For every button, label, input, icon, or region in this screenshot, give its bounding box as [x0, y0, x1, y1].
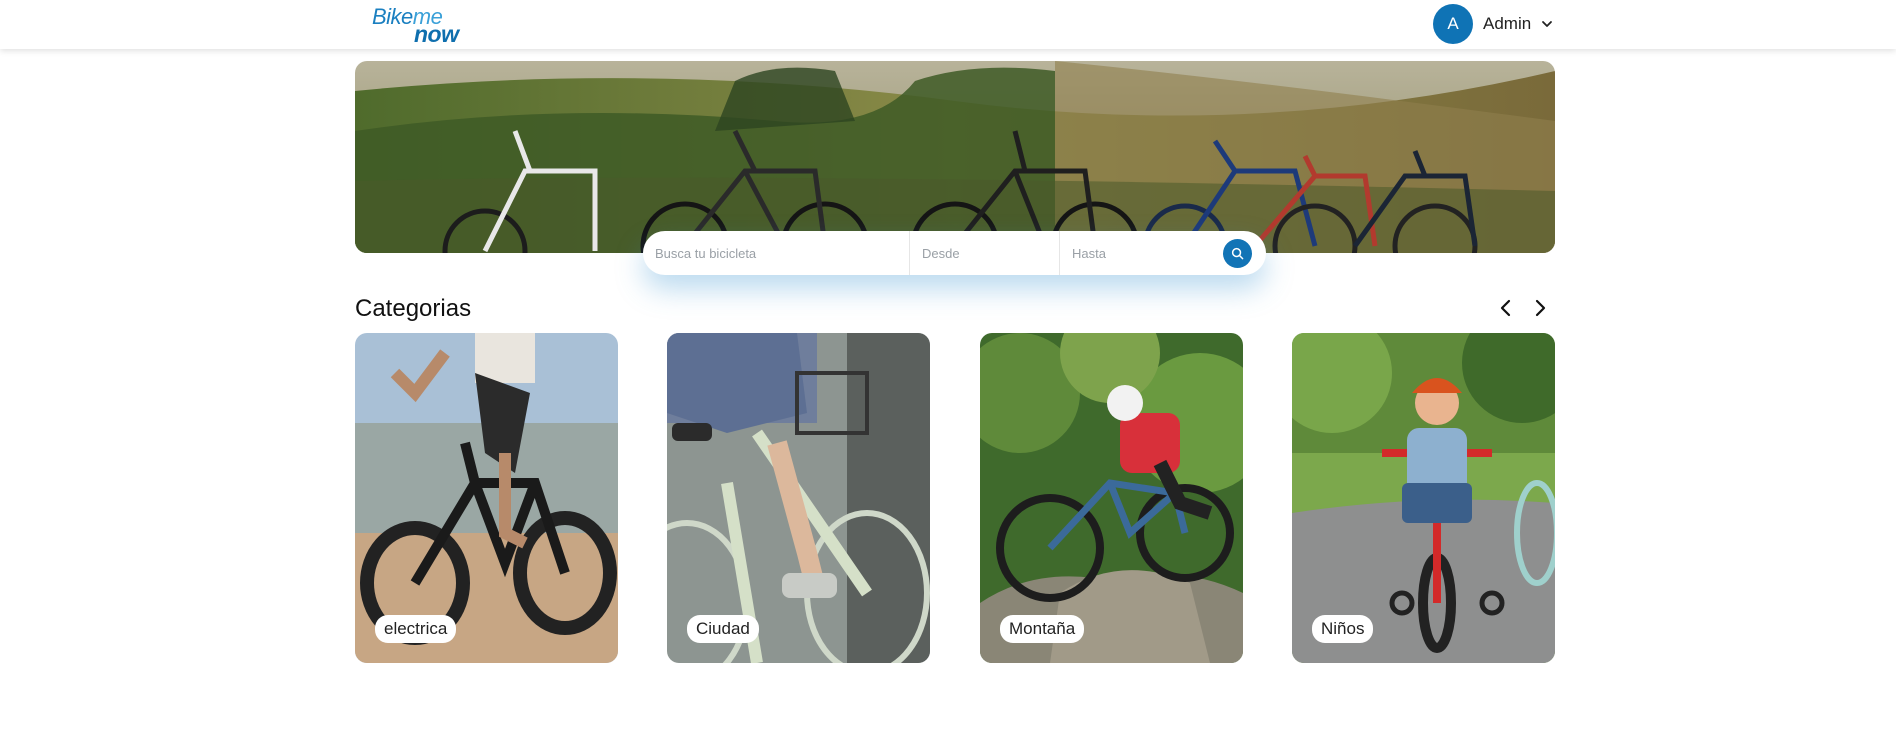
chevron-right-icon[interactable] — [1532, 298, 1548, 318]
category-card-montana[interactable]: Montaña — [980, 333, 1243, 663]
user-menu[interactable]: A Admin — [1433, 4, 1553, 44]
category-label: Ciudad — [687, 615, 759, 643]
bike-search-input[interactable]: Busca tu bicicleta — [643, 231, 910, 275]
categories-title: Categorias — [355, 295, 472, 322]
avatar[interactable]: A — [1433, 4, 1473, 44]
logo-text-bike: Bike — [372, 4, 413, 29]
category-image-montana — [980, 333, 1243, 663]
chevron-down-icon[interactable] — [1541, 18, 1553, 30]
date-to-input[interactable]: Hasta — [1060, 231, 1220, 275]
category-label: electrica — [375, 615, 457, 643]
logo-text-now: now — [414, 21, 459, 47]
user-name[interactable]: Admin — [1483, 14, 1531, 34]
category-image-ninos — [1292, 333, 1555, 663]
hero-banner-image — [355, 61, 1555, 253]
category-card-electrica[interactable]: electrica — [355, 333, 618, 663]
category-label: Montaña — [1000, 615, 1085, 643]
category-label: Niños — [1312, 615, 1374, 643]
date-from-input[interactable]: Desde — [910, 231, 1060, 275]
category-image-ciudad — [667, 333, 930, 663]
bikemenow-logo[interactable]: Bikeme now — [372, 2, 462, 47]
category-card-ninos[interactable]: Niños — [1292, 333, 1555, 663]
search-button[interactable] — [1223, 238, 1252, 268]
avatar-initial: A — [1447, 14, 1459, 33]
category-image-electrica — [355, 333, 618, 663]
chevron-left-icon[interactable] — [1498, 298, 1514, 318]
category-card-ciudad[interactable]: Ciudad — [667, 333, 930, 663]
top-header: Bikeme now A Admin — [0, 0, 1896, 49]
search-bar: Busca tu bicicleta Desde Hasta — [643, 231, 1266, 275]
search-icon — [1231, 247, 1244, 259]
